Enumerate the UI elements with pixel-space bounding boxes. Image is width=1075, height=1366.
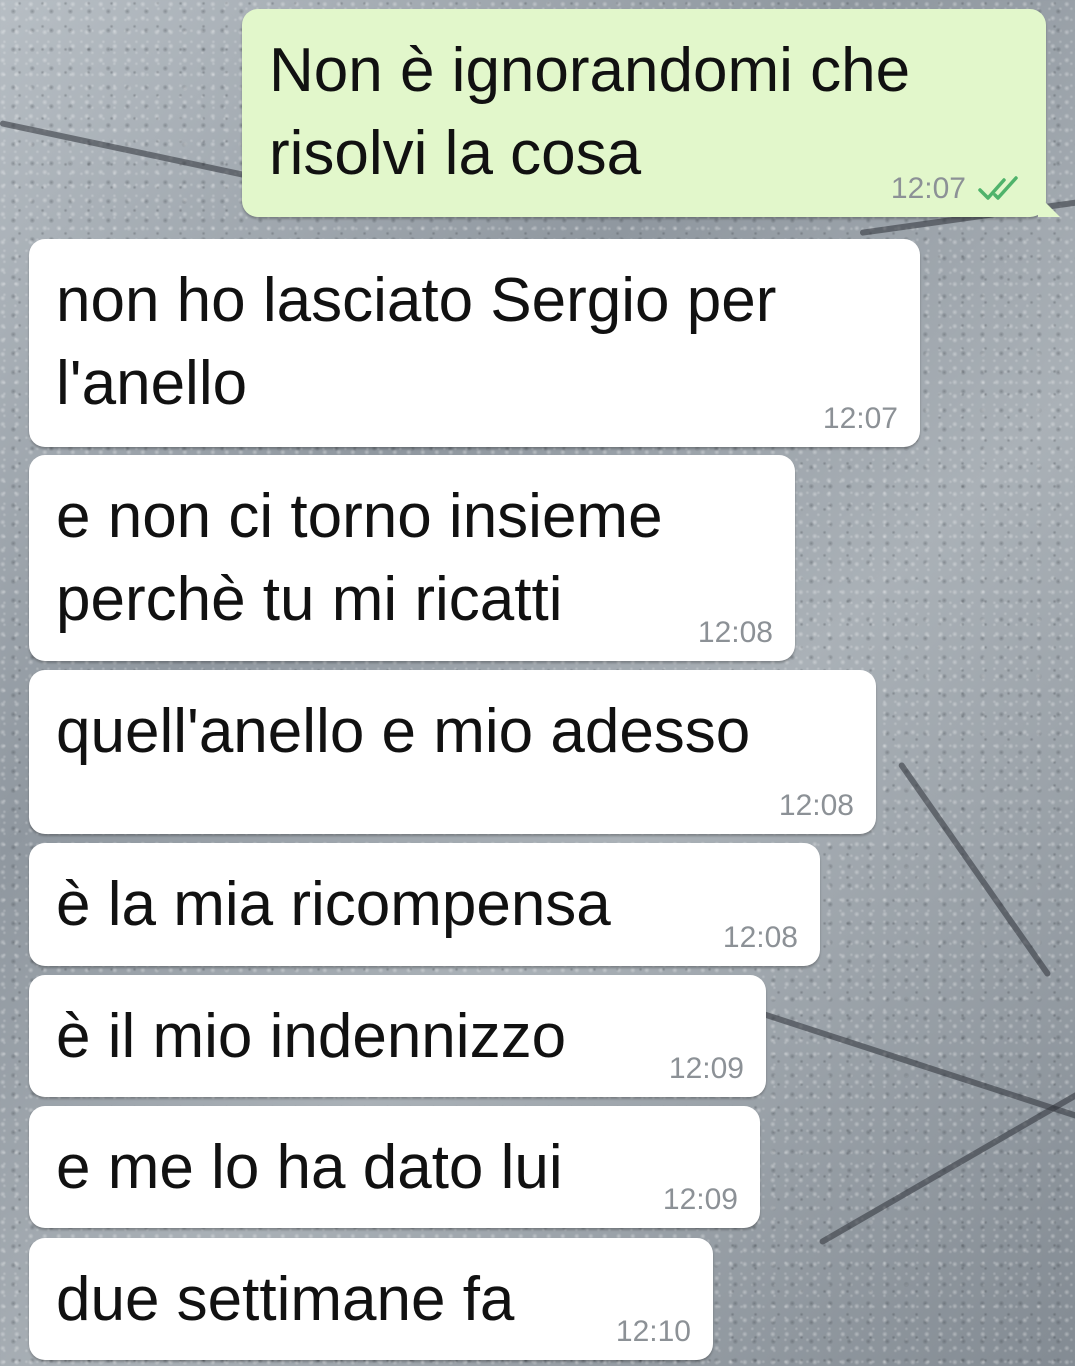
message-bubble-incoming[interactable]: quell'anello e mio adesso 12:08 (29, 670, 876, 834)
chat-message-list[interactable]: Non è ignorandomi che risolvi la cosa 12… (0, 0, 1075, 1366)
bubble-tail (1038, 195, 1060, 217)
message-text: è la mia ricompensa (56, 870, 611, 939)
message-time: 12:08 (778, 789, 854, 822)
message-time: 12:09 (668, 1052, 744, 1085)
message-meta: 12:10 (616, 1314, 691, 1350)
message-meta: 12:09 (669, 1051, 744, 1087)
message-bubble-incoming[interactable]: è la mia ricompensa 12:08 (29, 843, 820, 966)
message-meta: 12:07 (823, 401, 898, 437)
message-time: 12:09 (662, 1183, 738, 1216)
message-text: e me lo ha dato lui (56, 1133, 563, 1202)
message-bubble-outgoing[interactable]: Non è ignorandomi che risolvi la cosa 12… (242, 9, 1060, 217)
message-meta: 12:08 (698, 615, 773, 651)
message-text: non ho lasciato Sergio per l'anello (56, 266, 777, 418)
message-text: è il mio indennizzo (56, 1002, 567, 1071)
message-time: 12:10 (615, 1315, 691, 1348)
message-text: quell'anello e mio adesso (56, 697, 751, 766)
double-check-icon (976, 175, 1024, 203)
message-bubble-incoming[interactable]: non ho lasciato Sergio per l'anello 12:0… (29, 239, 920, 447)
message-text: e non ci torno insieme perchè tu mi rica… (56, 482, 663, 634)
message-meta: 12:08 (779, 788, 854, 824)
message-bubble-incoming[interactable]: due settimane fa 12:10 (29, 1238, 713, 1360)
message-time: 12:08 (697, 616, 773, 649)
message-meta: 12:08 (723, 920, 798, 956)
message-bubble-incoming[interactable]: e me lo ha dato lui 12:09 (29, 1106, 760, 1228)
message-time: 12:07 (822, 402, 898, 435)
message-time: 12:08 (722, 921, 798, 954)
message-meta: 12:09 (663, 1182, 738, 1218)
message-bubble-incoming[interactable]: e non ci torno insieme perchè tu mi rica… (29, 455, 795, 661)
message-text: due settimane fa (56, 1265, 515, 1334)
message-meta: 12:07 (891, 171, 1024, 207)
message-bubble-incoming[interactable]: è il mio indennizzo 12:09 (29, 975, 766, 1097)
message-time: 12:07 (890, 172, 966, 205)
